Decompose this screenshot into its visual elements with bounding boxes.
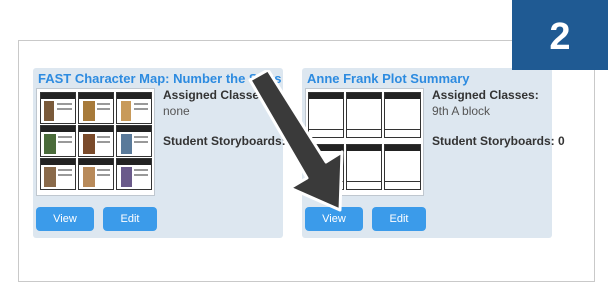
view-button[interactable]: View: [36, 207, 94, 231]
edit-button[interactable]: Edit: [103, 207, 157, 231]
character-figure: [83, 167, 95, 187]
cell-header: [385, 145, 420, 151]
cell-header: [79, 159, 113, 165]
text-line: [57, 108, 72, 110]
text-line: [57, 103, 72, 105]
text-line: [134, 103, 148, 105]
text-line: [97, 136, 110, 138]
cell-header: [117, 126, 151, 132]
edit-button[interactable]: Edit: [372, 207, 426, 231]
storyboard-thumbnail[interactable]: [36, 88, 155, 196]
student-storyboards-count: Student Storyboards: 0: [432, 134, 565, 148]
text-line: [134, 136, 148, 138]
character-figure: [121, 101, 131, 121]
cell-header: [79, 126, 113, 132]
assigned-classes-value: 9th A block: [432, 104, 491, 118]
storyboard-cell: [40, 92, 76, 124]
storyboard-cell: [78, 125, 114, 157]
cell-header: [117, 159, 151, 165]
character-figure: [44, 167, 56, 187]
cell-header: [41, 93, 75, 99]
step-number-badge: 2: [512, 0, 608, 70]
character-figure: [121, 167, 132, 187]
text-line: [97, 141, 110, 143]
cell-header: [117, 93, 151, 99]
cell-header: [41, 126, 75, 132]
character-figure: [44, 101, 54, 121]
storyboard-cell: [116, 158, 152, 190]
text-line: [134, 169, 148, 171]
character-figure: [83, 101, 95, 121]
text-line: [58, 169, 72, 171]
text-line: [134, 174, 148, 176]
assigned-classes-label: Assigned Classes:: [432, 88, 539, 102]
text-line: [58, 141, 72, 143]
caption-divider: [385, 181, 420, 182]
down-right-arrow-icon: [248, 70, 344, 212]
storyboard-cell: [40, 158, 76, 190]
storyboard-cell: [40, 125, 76, 157]
text-line: [97, 103, 110, 105]
storyboard-cell: [116, 125, 152, 157]
storyboard-cell: [384, 144, 421, 190]
caption-divider: [385, 129, 420, 130]
character-figure: [83, 134, 95, 154]
text-line: [58, 136, 72, 138]
text-line: [134, 141, 148, 143]
cell-header: [385, 93, 420, 99]
text-line: [97, 108, 110, 110]
storyboard-cell: [78, 158, 114, 190]
character-figure: [121, 134, 132, 154]
text-line: [97, 174, 110, 176]
storyboard-cell: [116, 92, 152, 124]
storyboard-cell: [384, 92, 421, 138]
text-line: [58, 174, 72, 176]
card-info: Assigned Classes: 9th A block Student St…: [432, 88, 565, 148]
storyboard-cell: [78, 92, 114, 124]
character-figure: [44, 134, 56, 154]
text-line: [134, 108, 148, 110]
cell-header: [41, 159, 75, 165]
text-line: [97, 169, 110, 171]
cell-header: [79, 93, 113, 99]
